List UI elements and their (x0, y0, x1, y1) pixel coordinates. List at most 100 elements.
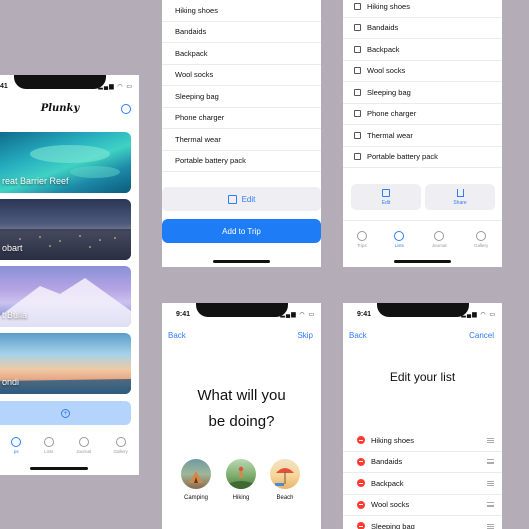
cancel-button[interactable]: Cancel (469, 331, 494, 340)
list-item-label: Sleeping bag (371, 521, 415, 529)
camping-icon (181, 459, 211, 489)
list-item-label: Wool socks (367, 66, 406, 76)
share-icon (456, 188, 464, 197)
home-indicator (30, 467, 88, 470)
list-item-label: Bandaids (367, 23, 399, 33)
home-screen: 41 ▂▄▆ ◠ ▭ Plunky reat Barrier Reef obar… (0, 75, 139, 475)
status-icons: ▂▄▆ ◠ ▭ (280, 312, 315, 318)
back-button[interactable]: Back (168, 331, 186, 340)
list-item-label: Portable battery pack (367, 152, 438, 162)
list-item-label: Hiking shoes (371, 435, 414, 445)
list-item[interactable]: Phone charger (343, 104, 502, 125)
share-button[interactable]: Share (425, 184, 495, 210)
notch (14, 75, 106, 89)
list-item[interactable]: Sleeping bag (343, 82, 502, 104)
destination-label: obart (2, 243, 23, 253)
list-item[interactable]: Wool socks (343, 495, 502, 516)
checkbox[interactable] (354, 67, 361, 75)
edit-label: Edit (381, 199, 391, 206)
drag-handle-icon[interactable] (487, 502, 494, 508)
list-item[interactable]: Portable battery pack (343, 147, 502, 168)
list-item[interactable]: Phone charger (162, 108, 321, 129)
list-item[interactable]: Backpack (162, 43, 321, 65)
tab-gallery[interactable]: Gallery (474, 231, 488, 248)
list-item-label: Backpack (371, 478, 404, 488)
question-line-2: be doing? (208, 413, 275, 430)
checkbox[interactable] (354, 131, 361, 139)
activity-label: Camping (183, 495, 208, 501)
list-item-label: Wool socks (175, 70, 214, 80)
plus-circle-icon: + (61, 408, 70, 418)
list-item-label: Wool socks (371, 500, 410, 510)
list-item[interactable]: Hiking shoes (162, 0, 321, 22)
drag-handle-icon[interactable] (487, 480, 494, 486)
tab-journal[interactable]: Journal (432, 231, 446, 248)
list-item-label: Phone charger (175, 113, 225, 123)
hiking-icon (226, 459, 256, 489)
list-item-label: Bandaids (175, 27, 207, 37)
checkbox[interactable] (354, 153, 361, 161)
list-item-label: Hiking shoes (175, 5, 218, 15)
notch (196, 303, 288, 317)
list-item[interactable]: Wool socks (162, 65, 321, 86)
edit-list-screen: 9:41 ▂▄▆ ◠ ▭ Back Cancel Edit your list … (343, 303, 502, 529)
list-item[interactable]: Wool socks (343, 61, 502, 82)
tab-journal[interactable]: Journal (76, 437, 91, 454)
destination-card-hobart[interactable]: obart (0, 199, 131, 260)
list-item[interactable]: Thermal wear (162, 129, 321, 151)
list-item[interactable]: Bandaids (343, 452, 502, 473)
checkbox[interactable] (354, 110, 361, 118)
drag-handle-icon[interactable] (487, 523, 494, 529)
delete-icon[interactable] (357, 436, 365, 445)
edit-label: Edit (241, 194, 256, 204)
gallery-tab-icon (476, 231, 487, 241)
list-item[interactable]: Bandaids (343, 18, 502, 39)
delete-icon[interactable] (357, 479, 365, 488)
tab-bar: Trips Lists Journal Gallery (343, 231, 502, 248)
list-item[interactable]: Backpack (343, 39, 502, 61)
activity-hiking[interactable]: Hiking (226, 459, 256, 501)
edit-button[interactable]: Edit (351, 184, 421, 210)
destination-card-buller[interactable]: t Bulla (0, 266, 131, 327)
gallery-tab-icon (115, 437, 126, 447)
add-destination-button[interactable]: + (0, 401, 131, 425)
back-button[interactable]: Back (349, 331, 367, 340)
list-item-label: Thermal wear (367, 130, 413, 140)
delete-icon[interactable] (357, 522, 365, 529)
tab-gallery[interactable]: Gallery (113, 437, 128, 454)
checkbox[interactable] (354, 24, 361, 32)
page-title: Edit your list (389, 370, 456, 384)
list-item[interactable]: Sleeping bag (162, 86, 321, 108)
drag-handle-icon[interactable] (487, 437, 494, 443)
tab-trips[interactable]: ps (11, 437, 22, 454)
checkbox[interactable] (354, 2, 361, 10)
delete-icon[interactable] (357, 500, 365, 509)
journal-tab-icon (78, 437, 89, 447)
list-item[interactable]: Sleeping bag (343, 516, 502, 529)
list-item[interactable]: Bandaids (162, 22, 321, 43)
list-item[interactable]: Backpack (343, 473, 502, 495)
checkbox[interactable] (354, 88, 361, 96)
activity-camping[interactable]: Camping (181, 459, 211, 501)
destination-label: ondi (2, 377, 20, 387)
list-item[interactable]: Hiking shoes (343, 430, 502, 452)
checkbox[interactable] (354, 45, 361, 53)
tab-trips[interactable]: Trips (356, 231, 367, 248)
list-item[interactable]: Portable battery pack (162, 151, 321, 172)
destination-card-reef[interactable]: reat Barrier Reef (0, 132, 131, 193)
activity-beach[interactable]: Beach (270, 459, 300, 501)
edit-list-button[interactable]: Edit (162, 187, 321, 211)
list-item[interactable]: Hiking shoes (343, 0, 502, 18)
beach-image (0, 379, 131, 394)
destination-label: t Bulla (2, 310, 28, 320)
destination-card-bondi[interactable]: ondi (0, 333, 131, 394)
tab-lists[interactable]: Lists (43, 437, 54, 454)
list-item[interactable]: Thermal wear (343, 125, 502, 147)
tab-lists[interactable]: Lists (394, 231, 405, 248)
add-to-trip-button[interactable]: Add to Trip (162, 219, 321, 243)
delete-icon[interactable] (357, 457, 365, 466)
skip-button[interactable]: Skip (297, 331, 313, 340)
drag-handle-icon[interactable] (487, 459, 494, 465)
profile-icon[interactable] (121, 104, 131, 114)
home-indicator (213, 260, 270, 263)
